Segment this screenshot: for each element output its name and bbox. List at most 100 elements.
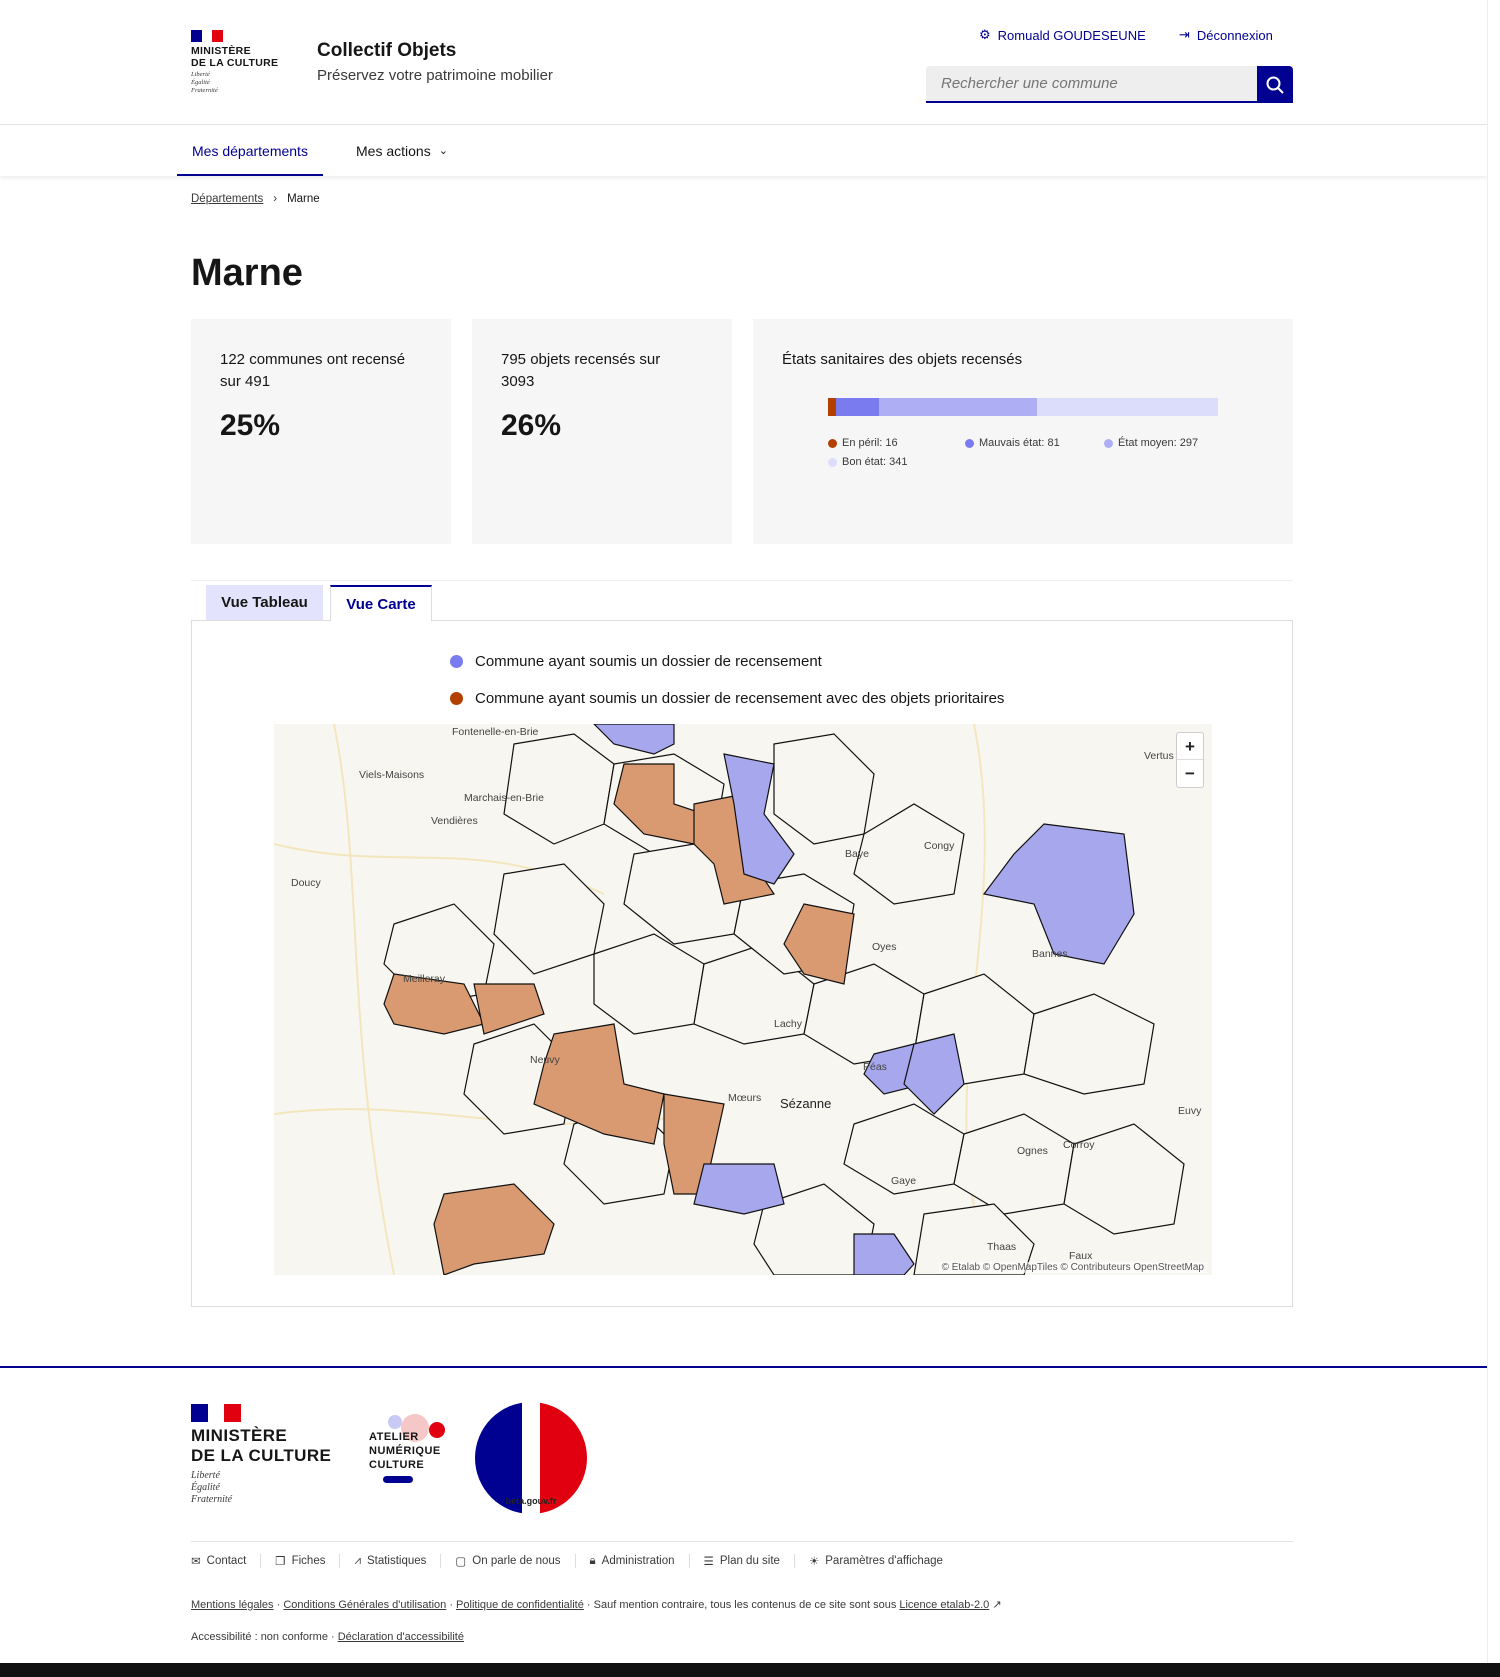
link-confidentialite[interactable]: Politique de confidentialité [456,1599,584,1611]
beta-gouv-logo[interactable]: beta.gouv.fr [475,1402,587,1514]
map-label: Viels-Maisons [359,769,425,781]
search-button[interactable] [1257,66,1293,103]
document-icon: ❐ [275,1556,286,1568]
window-bottom-edge [0,1663,1500,1677]
accessibility-status: Accessibilité : non conforme [191,1631,328,1643]
atelier-line: CULTURE [369,1459,425,1471]
footer-link-administration[interactable]: 🔒︎ Administration [574,1554,689,1568]
legend-etat-moyen: État moyen: 297 [1104,437,1198,449]
stat-label: États sanitaires des objets recensés [782,351,1023,368]
footer-link-label: Plan du site [719,1555,780,1567]
legend-mauvais-etat: Mauvais état: 81 [965,437,1060,449]
footer-link-label: Paramètres d'affichage [825,1555,943,1567]
link-mentions-legales[interactable]: Mentions légales [191,1599,274,1611]
breadcrumb-current: Marne [287,193,320,205]
page-scrollbar[interactable] [1487,0,1500,1677]
main-navigation: Mes départements Mes actions ⌄ [0,126,1487,176]
communes-map[interactable]: Fontenelle-en-Brie Viels-Maisons Marchai… [274,724,1212,1275]
motto-line: Égalité [191,1482,220,1493]
map-label: Gaye [891,1175,917,1187]
map-attribution[interactable]: © Etalab © OpenMapTiles © Contributeurs … [938,1262,1207,1273]
stat-label: 122 communes ont recensé sur 491 [220,351,406,390]
atelier-line: NUMÉRIQUE [369,1445,441,1457]
sun-icon: ☀ [808,1556,820,1568]
map-label: Mœurs [728,1092,762,1104]
nav-mes-departements[interactable]: Mes départements [177,126,323,176]
map-label: Ognes [1017,1145,1048,1157]
legend-bon-etat: Bon état: 341 [828,456,907,468]
tab-vue-tableau[interactable]: Vue Tableau [206,585,323,621]
state-bar-segment [828,398,837,416]
map-zoom-controls: + − [1176,732,1204,788]
search-field [926,66,1257,103]
map-label: Vendières [431,815,478,827]
stat-percent: 25% [220,409,281,442]
state-bar-segment [1037,398,1218,416]
stat-percent: 26% [501,409,562,442]
map-legend-prioritaires: Commune ayant soumis un dossier de recen… [450,690,1004,707]
zoom-in-button[interactable]: + [1177,733,1203,760]
map-label: Meilleray [403,973,446,985]
atelier-numerique-logo[interactable]: ATELIER NUMÉRIQUE CULTURE [365,1408,450,1488]
map-label: Faux [1069,1250,1093,1262]
mail-icon: ✉ [191,1556,201,1568]
breadcrumb-link-departements[interactable]: Départements [191,193,263,205]
legend-label: Commune ayant soumis un dossier de recen… [475,690,1005,707]
footer-links: ✉ Contact ❐ Fiches ⩘ Statistiques ▢ On parle… [191,1554,957,1568]
footer-link-plan-du-site[interactable]: ☰ Plan du site [688,1554,794,1568]
tab-vue-carte[interactable]: Vue Carte [330,585,432,621]
motto-line: Égalité [191,79,210,86]
motto-line: Fraternité [191,87,218,94]
map-label: Neuvy [530,1054,560,1066]
user-account-link[interactable]: ⚙ Romuald GOUDESEUNE [979,27,1146,43]
map-label: Lachy [774,1018,803,1030]
logout-link[interactable]: ⇥ Déconnexion [1179,27,1273,43]
map-label: Vertus [1144,750,1174,762]
logout-label: Déconnexion [1196,27,1273,43]
footer-link-parametres-affichage[interactable]: ☀ Paramètres d'affichage [793,1554,957,1568]
link-declaration-accessibilite[interactable]: Déclaration d'accessibilité [338,1631,464,1643]
zoom-out-button[interactable]: − [1177,760,1203,787]
tab-panel-carte: Commune ayant soumis un dossier de recen… [191,620,1293,1307]
ministry-logo[interactable]: MINISTÈRE DE LA CULTURE Liberté Égalité Fra… [191,30,286,95]
state-stacked-bar [828,398,1218,416]
footer-link-contact[interactable]: ✉ Contact [191,1554,260,1568]
map-label: Fontenelle-en-Brie [452,726,539,738]
footer-link-label: Contact [206,1555,247,1567]
footer-divider [191,1541,1293,1542]
french-flag-icon [191,1404,242,1422]
footer-link-on-parle-de-nous[interactable]: ▢ On parle de nous [440,1554,574,1568]
legend-label: Bon état: 341 [842,456,908,468]
nav-mes-actions-label: Mes actions [356,143,431,159]
map-label: Péas [863,1061,887,1073]
legend-label: État moyen: 297 [1118,437,1199,449]
map-label: Marchais-en-Brie [464,792,544,804]
search-icon [1266,76,1284,94]
legend-en-peril: En péril: 16 [828,437,898,449]
footer-link-fiches[interactable]: ❐ Fiches [260,1554,339,1568]
site-header: MINISTÈRE DE LA CULTURE Liberté Égalité Fra… [0,0,1487,125]
french-flag-icon [191,30,224,42]
legend-dot [450,692,463,705]
map-label: Bannes [1032,948,1068,960]
search-input[interactable] [926,66,1257,101]
footer-link-label: Fiches [291,1555,326,1567]
link-licence-etalab[interactable]: Licence etalab-2.0 [899,1599,989,1611]
legend-dot [1104,438,1113,448]
nav-mes-actions[interactable]: Mes actions ⌄ [356,126,448,176]
gear-icon: ⚙ [979,27,991,42]
footer-link-statistiques[interactable]: ⩘ Statistiques [339,1554,440,1568]
ministry-name-line: DE LA CULTURE [191,57,279,69]
map-canvas[interactable] [274,724,1212,1275]
ministry-name-line: MINISTÈRE [191,1426,288,1445]
footer-link-label: On parle de nous [472,1555,561,1567]
breadcrumb: Départements › Marne [191,193,320,205]
list-icon: ☰ [703,1556,714,1568]
state-bar-segment [879,398,1038,416]
atelier-line: ATELIER [369,1431,419,1443]
page-title: Marne [191,252,303,294]
footer-ministry-logo[interactable]: MINISTÈRE DE LA CULTURE Liberté Égalité Fra… [191,1404,331,1506]
map-label: Thaas [987,1241,1017,1253]
link-cgu[interactable]: Conditions Générales d'utilisation [283,1599,446,1611]
site-title[interactable]: Collectif Objets [317,40,456,62]
